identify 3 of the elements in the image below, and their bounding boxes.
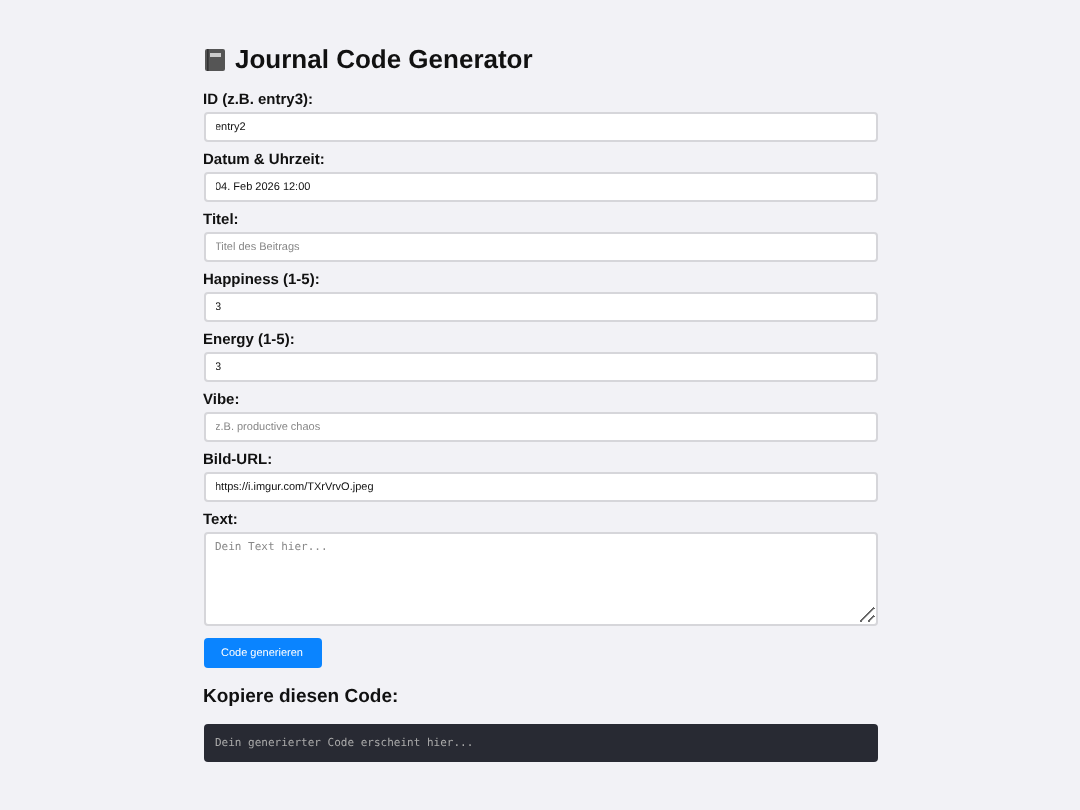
page-title: Journal Code Generator xyxy=(235,44,533,76)
notebook-icon xyxy=(203,48,225,72)
output-heading: Kopiere diesen Code: xyxy=(203,686,401,708)
